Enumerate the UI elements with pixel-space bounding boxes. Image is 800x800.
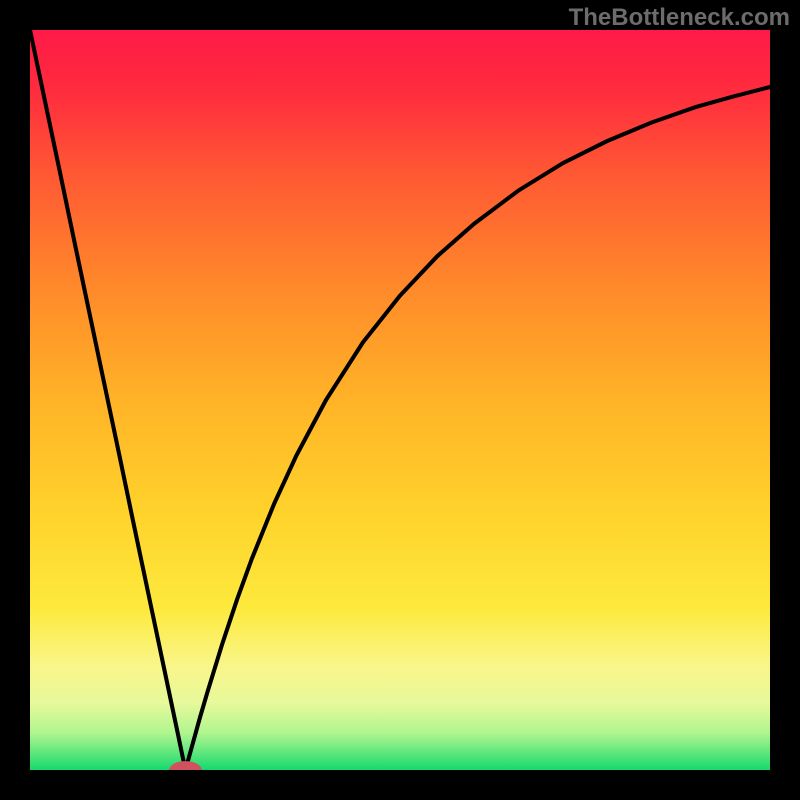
watermark-text: TheBottleneck.com [569,4,790,32]
bottleneck-chart [30,30,770,770]
chart-background [30,30,770,770]
chart-frame: TheBottleneck.com [0,0,800,800]
